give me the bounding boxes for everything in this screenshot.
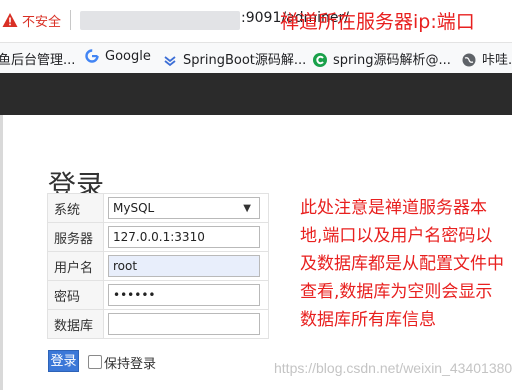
form-row-server: 服务器 127.0.0.1:3310 <box>47 222 269 252</box>
bookmark-label: 咔哇... <box>482 53 512 68</box>
remember-label[interactable]: 保持登录 <box>104 353 156 372</box>
google-icon <box>85 49 99 63</box>
bookmark-globe[interactable]: 咔哇... <box>462 49 512 68</box>
bookmark-label: Google <box>105 49 151 64</box>
bookmark-spring[interactable]: spring源码解析@... <box>313 49 451 68</box>
address-bar[interactable]: 不安全 :9091/adminer/ 禅道所在服务器ip:端口 <box>0 0 512 42</box>
remember-checkbox[interactable] <box>88 355 102 369</box>
password-label: 密码 <box>47 280 104 310</box>
c-icon <box>313 53 327 67</box>
dropdown-arrow-icon: ▼ <box>243 203 251 214</box>
bookmark-google[interactable]: Google <box>85 49 151 64</box>
left-border <box>0 115 3 390</box>
server-label: 服务器 <box>47 222 104 252</box>
form-row-database: 数据库 <box>47 309 269 339</box>
bookmarks-bar: 鱼后台管理... Google SpringBoot源码解... spring源… <box>0 42 512 73</box>
database-input[interactable] <box>108 313 260 335</box>
redacted-host <box>80 11 240 30</box>
form-row-system: 系统 MySQL ▼ <box>47 193 269 223</box>
bookmark-label: spring源码解析@... <box>333 53 451 68</box>
divider <box>70 10 71 30</box>
form-row-password: 密码 •••••• <box>47 280 269 310</box>
bookmark-springboot[interactable]: SpringBoot源码解... <box>163 49 306 68</box>
page-header-bar <box>0 73 512 115</box>
annotation-note: 此处注意是禅道服务器本地,端口以及用户名密码以及数据库都是从配置文件中查看,数据… <box>300 198 504 330</box>
spring-icon <box>164 56 176 67</box>
annotation-title: 禅道所在服务器ip:端口 <box>280 11 475 33</box>
watermark: https://blog.csdn.net/weixin_43401380 <box>274 360 512 376</box>
password-input[interactable]: •••••• <box>108 284 260 306</box>
security-status[interactable]: 不安全 <box>22 11 61 30</box>
database-label: 数据库 <box>47 309 104 339</box>
warning-icon[interactable] <box>2 12 18 28</box>
login-button[interactable]: 登录 <box>48 350 79 372</box>
bookmark-label: SpringBoot源码解... <box>183 53 307 68</box>
login-form: 系统 MySQL ▼ 服务器 127.0.0.1:3310 用户名 root 密… <box>47 193 269 339</box>
system-label: 系统 <box>47 193 104 223</box>
username-label: 用户名 <box>47 251 104 281</box>
username-input[interactable]: root <box>108 255 260 277</box>
system-select[interactable]: MySQL ▼ <box>108 197 260 219</box>
system-value: MySQL <box>113 201 155 215</box>
bookmark-item[interactable]: 鱼后台管理... <box>0 49 75 68</box>
form-row-username: 用户名 root <box>47 251 269 281</box>
globe-icon <box>462 53 476 67</box>
server-input[interactable]: 127.0.0.1:3310 <box>108 226 260 248</box>
bookmark-label: 鱼后台管理... <box>0 53 76 68</box>
